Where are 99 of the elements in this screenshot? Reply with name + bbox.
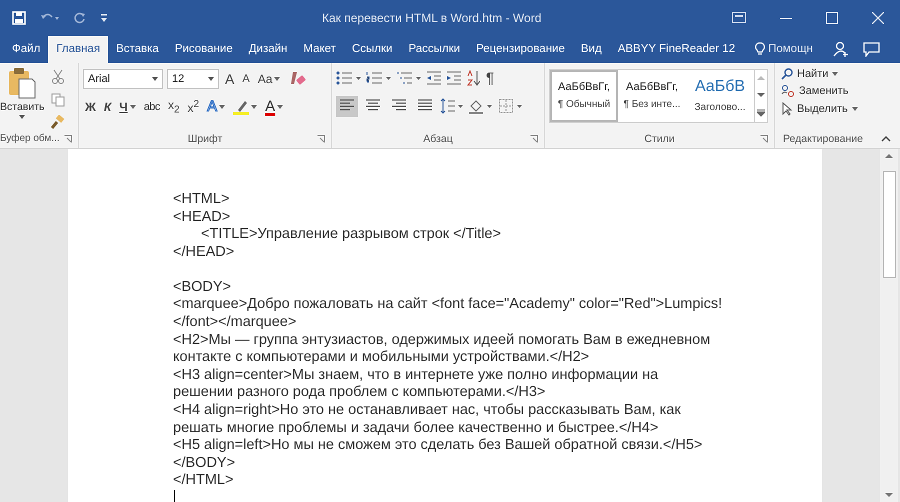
ribbon-tab[interactable]: Ссылки: [344, 36, 400, 63]
show-formatting-button[interactable]: ¶: [484, 68, 496, 88]
style-tile[interactable]: АаБбВвГг, ¶ Обычный: [550, 70, 618, 122]
ribbon-tab[interactable]: Дизайн: [240, 36, 296, 63]
select-button[interactable]: Выделить: [779, 100, 867, 117]
increase-indent-icon[interactable]: [446, 71, 462, 86]
window-title: Как перевести HTML в Word.htm - Word: [321, 10, 542, 25]
caret-icon: [208, 76, 214, 81]
group-label: Редактирование: [783, 132, 863, 145]
font-format-button[interactable]: К: [102, 98, 114, 115]
maximize-icon[interactable]: [826, 12, 838, 24]
document-text-line: </font></marquee>: [173, 314, 298, 332]
font-format-button[interactable]: Ж: [83, 98, 98, 115]
ribbon-tab[interactable]: Вид: [572, 36, 610, 63]
font-format-button[interactable]: Ч: [117, 98, 138, 115]
text-cursor: [174, 490, 175, 502]
ribbon-tab[interactable]: Рисование: [166, 36, 241, 63]
dialog-launcher-icon[interactable]: [760, 134, 768, 143]
align-icon: [392, 98, 406, 111]
ribbon-tab[interactable]: Файл: [4, 36, 48, 63]
gallery-scroll[interactable]: [755, 68, 768, 123]
document-text-line: <H3 align=center>Мы знаем, что в интернете уже полно информации на: [173, 366, 660, 384]
scroll-down-icon[interactable]: [885, 492, 893, 498]
highlighter-icon: [233, 98, 250, 115]
dialog-launcher-icon[interactable]: [64, 134, 72, 143]
document-text-line: контакте с компьютерами и мобильными устройствами.</H2>: [173, 349, 590, 367]
bullet-list-icon[interactable]: [336, 71, 362, 86]
font-format-button[interactable]: A: [240, 72, 252, 86]
group-label: Буфер обм...: [0, 133, 60, 144]
font-format-button[interactable]: A: [223, 70, 236, 88]
document-text-line: <HEAD>: [173, 208, 232, 226]
ribbon-tab[interactable]: Главная: [48, 36, 108, 63]
help-search-button[interactable]: Помощн: [749, 36, 819, 63]
numbered-list-icon[interactable]: [366, 71, 392, 86]
decrease-indent-icon[interactable]: [426, 71, 442, 86]
document-text-line: </HEAD>: [173, 244, 236, 262]
caret-icon: [19, 114, 26, 119]
document-text-line: <marquee>Добро пожаловать на сайт <font face="Academy" color="Red">Lumpics!: [173, 296, 724, 314]
document-text-line: <H2>Мы — группа энтузиастов, одержимых идеей помогать Вам в ежедневном: [173, 332, 712, 350]
share-person-icon[interactable]: [832, 40, 849, 57]
comment-icon[interactable]: [862, 42, 880, 57]
dialog-launcher-icon[interactable]: [530, 134, 538, 143]
clipboard-icon: [8, 66, 36, 99]
group-label: Стили: [644, 132, 675, 145]
document-text-line: <H5 align=left>Но мы не сможем это сделать без Вашей обратной связи.</H5>: [173, 437, 704, 455]
document-text-line: <H4 align=right>Но это не останавливает нас, чтобы рассказывать Вам, как: [173, 402, 682, 420]
replace-button[interactable]: Заменить: [779, 84, 867, 98]
font-format-button[interactable]: abc: [142, 100, 162, 114]
vertical-scrollbar[interactable]: [880, 148, 898, 502]
font-name-field[interactable]: Arial: [83, 68, 163, 89]
close-icon[interactable]: [872, 12, 884, 24]
caret-icon: [832, 72, 838, 76]
dialog-launcher-icon[interactable]: [317, 134, 325, 143]
clear-formatting-icon[interactable]: [290, 70, 306, 87]
document-text-line: </HTML>: [173, 472, 234, 490]
find-button[interactable]: Найти: [779, 66, 867, 81]
ribbon-tab[interactable]: Вставка: [108, 36, 167, 63]
scissors-icon[interactable]: [50, 68, 65, 85]
lightbulb-icon: [755, 42, 766, 56]
cursor-arrow-icon: [781, 102, 793, 116]
document-text-line: решать многие проблемы и задачи более качественно и быстрее.</H4>: [173, 420, 660, 438]
document-text-line: <TITLE>Управление разрывом строк </Title>: [200, 226, 502, 244]
more-icon[interactable]: [757, 108, 765, 117]
document-text-line: решении разного рода проблем с компьютерами.</H3>: [173, 384, 546, 402]
ribbon-display-icon[interactable]: [732, 12, 746, 24]
scrollbar-thumb[interactable]: [882, 170, 896, 278]
group-label: Абзац: [423, 132, 453, 145]
align-icon: [418, 98, 432, 111]
document-text-line: <BODY>: [173, 278, 232, 296]
collapse-ribbon-icon[interactable]: [880, 136, 890, 142]
borders-icon[interactable]: [498, 98, 524, 114]
font-size-field[interactable]: 12: [167, 68, 219, 89]
save-icon[interactable]: [12, 10, 26, 25]
paste-button[interactable]: Вставить: [0, 66, 45, 130]
font-format-button[interactable]: x$_{2}$: [166, 96, 182, 116]
customize-icon[interactable]: [100, 12, 108, 23]
font-format-button[interactable]: A: [263, 97, 286, 116]
font-format-button[interactable]: x$^{2}$: [186, 98, 202, 116]
ribbon-tab[interactable]: Рецензирование: [468, 36, 573, 63]
multilevel-list-icon[interactable]: [396, 71, 422, 86]
ribbon-tab[interactable]: Рассылки: [400, 36, 468, 63]
align-icon: [366, 98, 380, 111]
caret-icon: [852, 106, 858, 111]
font-format-button[interactable]: Aa: [256, 70, 282, 87]
caret-icon: [152, 76, 158, 81]
copy-icon[interactable]: [50, 92, 65, 107]
line-spacing-icon[interactable]: [440, 98, 464, 114]
align-icon: [340, 98, 354, 111]
ribbon-tab[interactable]: Макет: [295, 36, 344, 63]
ribbon-tab[interactable]: ABBYY FineReader 12: [610, 36, 744, 63]
sort-icon[interactable]: [466, 70, 480, 86]
document-text-line: </BODY>: [173, 454, 236, 472]
alignment-button[interactable]: [336, 96, 358, 117]
redo-icon[interactable]: [74, 12, 86, 24]
search-icon: [781, 68, 793, 80]
document-text-line: <HTML>: [173, 190, 230, 208]
group-label: Шрифт: [188, 132, 222, 145]
scroll-up-icon[interactable]: [885, 152, 893, 159]
scroll-down-icon[interactable]: [757, 92, 765, 98]
